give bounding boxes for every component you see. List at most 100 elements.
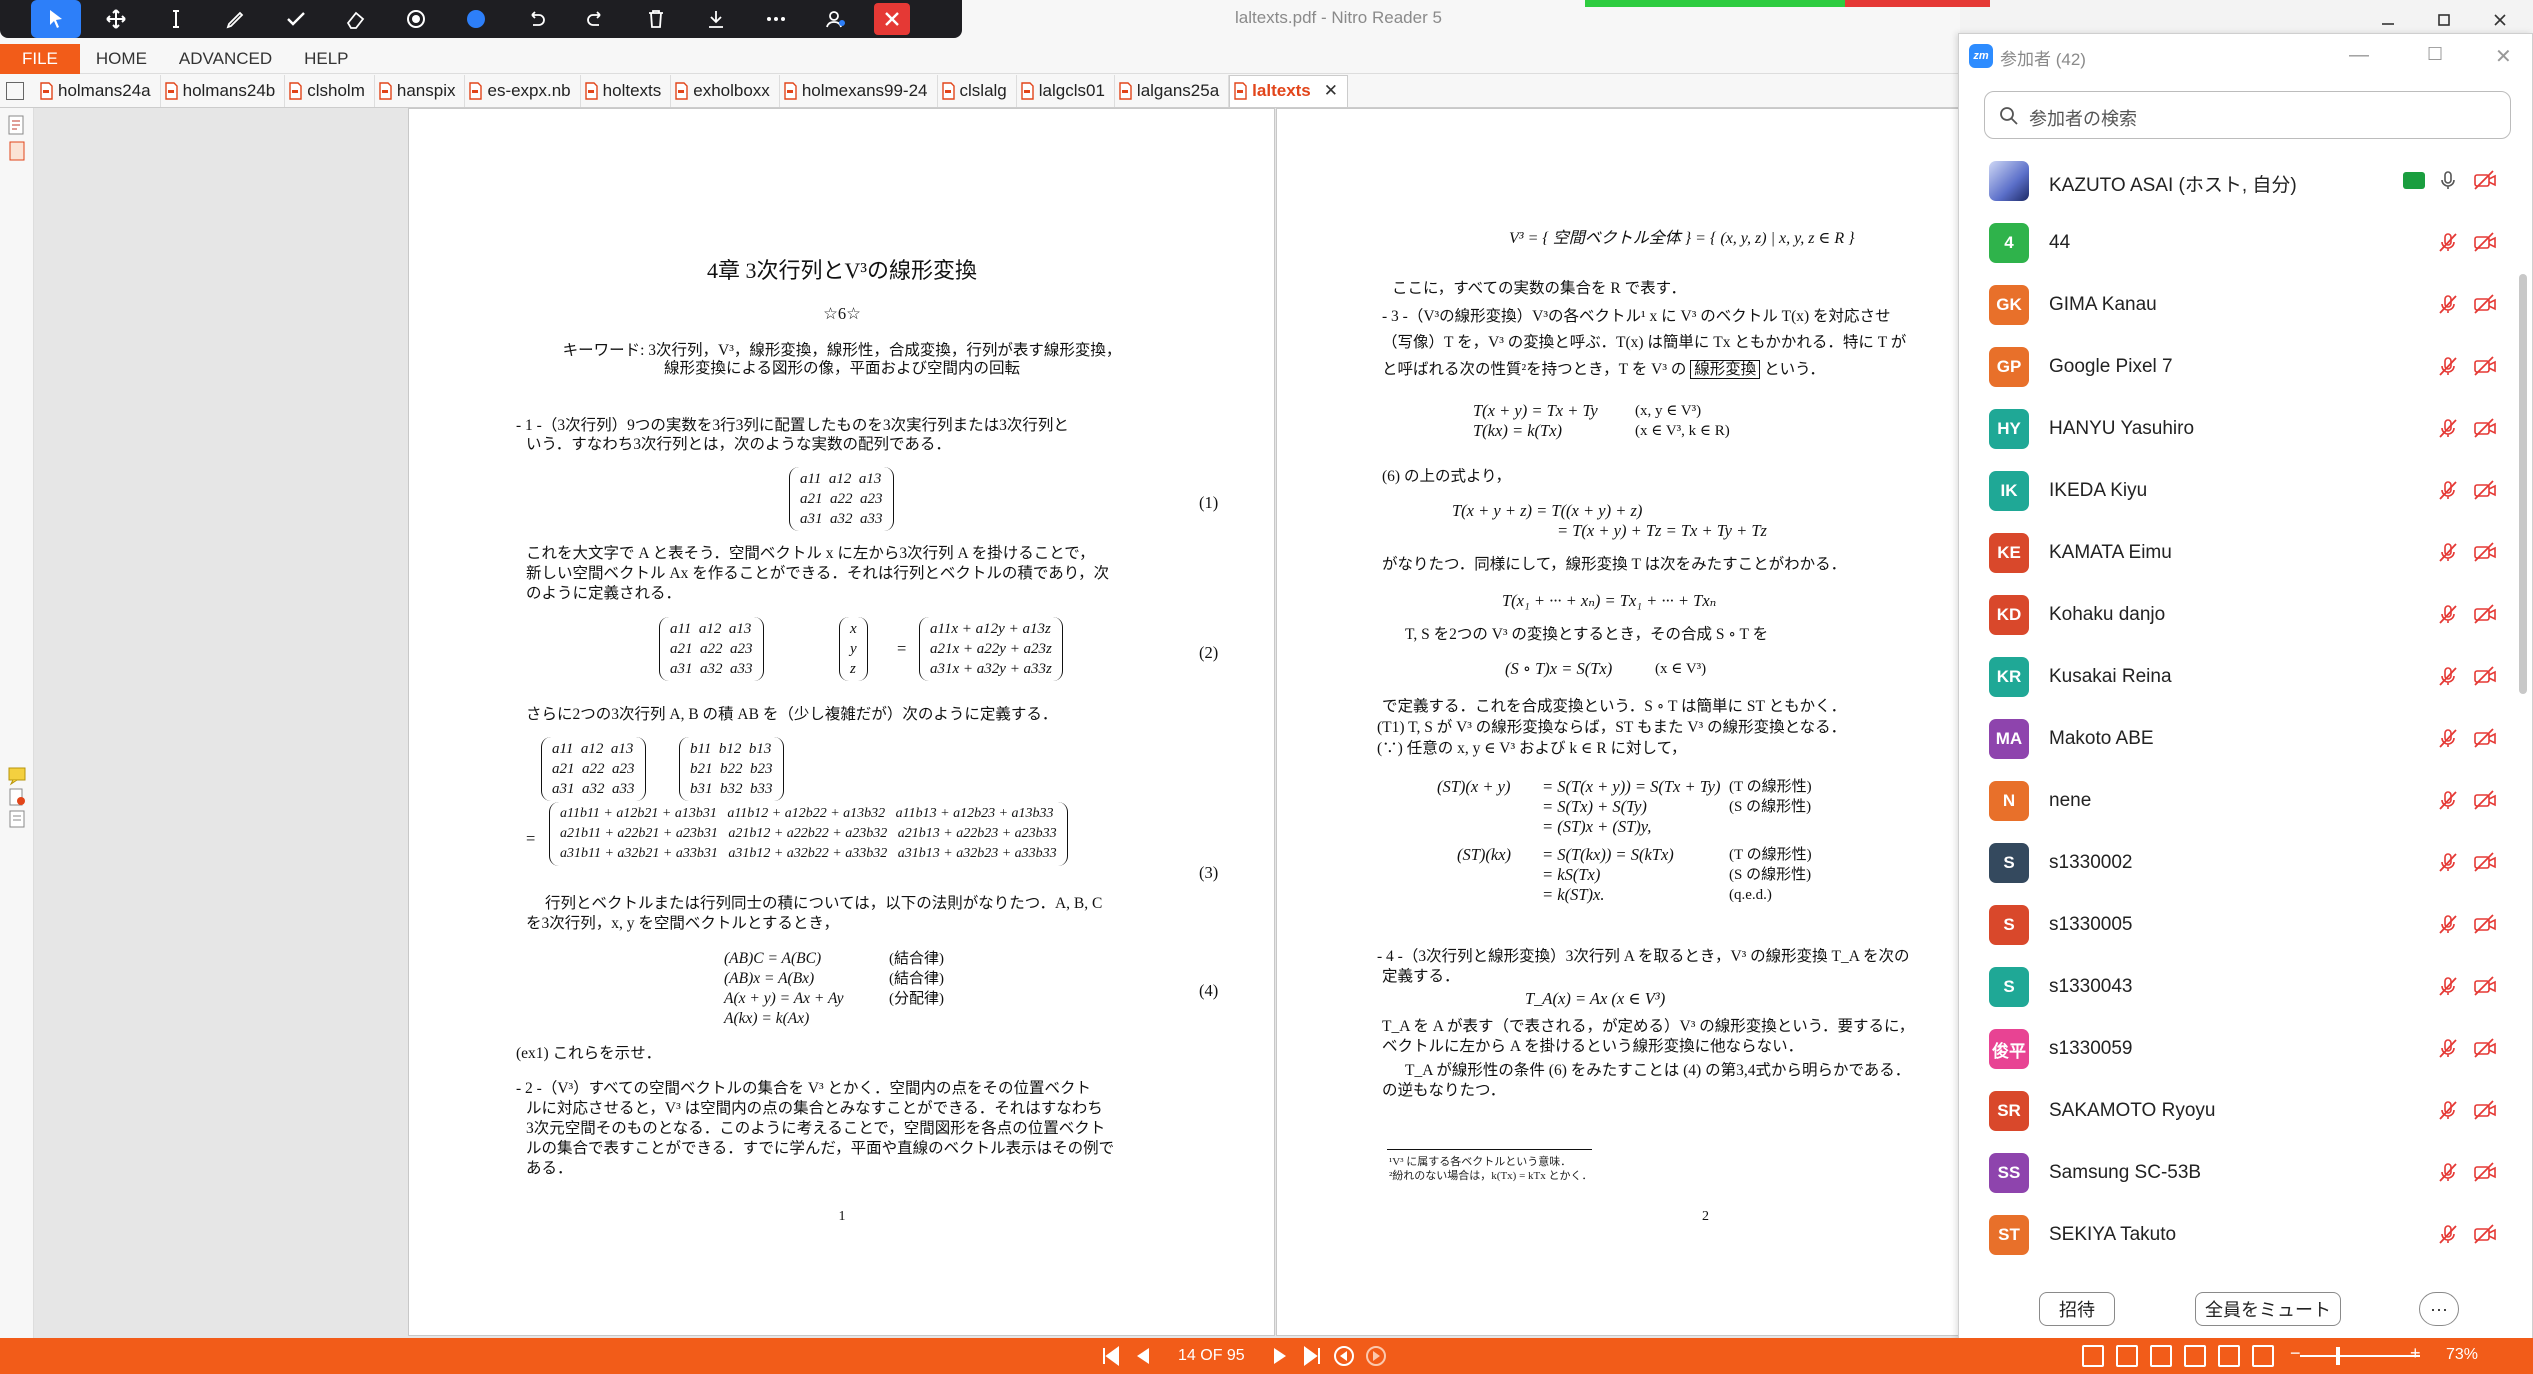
participant-row[interactable]: ST SEKIYA Takuto: [1959, 1204, 2509, 1266]
video-off-icon[interactable]: [2473, 293, 2497, 315]
zoom-minimize-button[interactable]: —: [2349, 44, 2369, 67]
tab-home[interactable]: HOME: [80, 44, 163, 74]
video-off-icon[interactable]: [2473, 541, 2497, 563]
participant-row[interactable]: KAZUTO ASAI (ホスト, 自分): [1959, 150, 2509, 212]
pdf-page-2[interactable]: V³ = { 空間ベクトル全体 } = { (x, y, z) | x, y, …: [1276, 108, 1966, 1336]
participant-row[interactable]: SS Samsung SC-53B: [1959, 1142, 2509, 1204]
invite-button[interactable]: 招待: [2039, 1292, 2115, 1326]
participant-row[interactable]: Ss1330005: [1959, 894, 2509, 956]
participant-search-input[interactable]: 参加者の検索: [1984, 91, 2511, 139]
document-view[interactable]: 4章 3次行列とV³の線形変換 ☆6☆ キーワード: 3次行列，V³，線形変換，…: [34, 108, 1966, 1338]
mic-muted-icon[interactable]: [2437, 1223, 2459, 1245]
fit-page-button[interactable]: [2218, 1345, 2240, 1367]
mic-muted-icon[interactable]: [2437, 603, 2459, 625]
doc-tab-8[interactable]: clslalg: [938, 74, 1017, 107]
text-tool-button[interactable]: [146, 0, 206, 38]
doc-tab-1[interactable]: holmans24b: [161, 74, 286, 107]
participant-row[interactable]: 4 44: [1959, 212, 2509, 274]
mic-muted-icon[interactable]: [2437, 1037, 2459, 1059]
redo-button[interactable]: [566, 0, 626, 38]
participant-row[interactable]: Nnene: [1959, 770, 2509, 832]
video-off-icon[interactable]: [2473, 1223, 2497, 1245]
move-tool-button[interactable]: [86, 0, 146, 38]
zoom-level[interactable]: 73%: [2446, 1346, 2478, 1364]
stamp-tool-button[interactable]: [386, 0, 446, 38]
video-off-icon[interactable]: [2473, 1037, 2497, 1059]
bookmarks-icon[interactable]: [7, 114, 27, 136]
participant-row[interactable]: MA Makoto ABE: [1959, 708, 2509, 770]
participant-row[interactable]: IK IKEDA Kiyu: [1959, 460, 2509, 522]
participant-row[interactable]: GK GIMA Kanau: [1959, 274, 2509, 336]
mic-muted-icon[interactable]: [2437, 355, 2459, 377]
more-options-button[interactable]: [746, 0, 806, 38]
signatures-icon[interactable]: [7, 786, 27, 808]
doc-tab-6[interactable]: exholboxx: [671, 74, 780, 107]
zoom-close-button[interactable]: ✕: [2495, 44, 2512, 69]
video-off-icon[interactable]: [2473, 1099, 2497, 1121]
tab-file[interactable]: FILE: [0, 43, 80, 74]
participant-row[interactable]: HY HANYU Yasuhiro: [1959, 398, 2509, 460]
mic-muted-icon[interactable]: [2437, 417, 2459, 439]
pdf-page-1[interactable]: 4章 3次行列とV³の線形変換 ☆6☆ キーワード: 3次行列，V³，線形変換，…: [408, 108, 1275, 1336]
close-tab-icon[interactable]: ✕: [1324, 81, 1338, 101]
video-off-icon[interactable]: [2473, 1161, 2497, 1183]
pen-tool-button[interactable]: [206, 0, 266, 38]
undo-button[interactable]: [506, 0, 566, 38]
participant-row[interactable]: SR SAKAMOTO Ryoyu: [1959, 1080, 2509, 1142]
mic-muted-icon[interactable]: [2437, 1161, 2459, 1183]
select-tool-button[interactable]: [31, 0, 81, 38]
video-off-icon[interactable]: [2473, 355, 2497, 377]
mic-muted-icon[interactable]: [2437, 665, 2459, 687]
video-off-icon[interactable]: [2473, 169, 2497, 191]
video-off-icon[interactable]: [2473, 603, 2497, 625]
fit-width-button[interactable]: [2252, 1345, 2274, 1367]
comments-icon[interactable]: [7, 764, 27, 786]
mic-muted-icon[interactable]: [2437, 975, 2459, 997]
zoom-in-button[interactable]: +: [2410, 1343, 2421, 1364]
video-off-icon[interactable]: [2473, 975, 2497, 997]
mic-muted-icon[interactable]: [2437, 789, 2459, 811]
video-off-icon[interactable]: [2473, 913, 2497, 935]
tab-advanced[interactable]: ADVANCED: [163, 44, 288, 74]
mic-icon[interactable]: [2437, 169, 2459, 191]
close-annotation-button[interactable]: [874, 3, 910, 35]
video-off-icon[interactable]: [2473, 417, 2497, 439]
color-picker-button[interactable]: [446, 0, 506, 38]
tab-help[interactable]: HELP: [288, 44, 364, 74]
next-page-icon[interactable]: [1269, 1345, 1291, 1367]
single-page-view-button[interactable]: [2082, 1345, 2104, 1367]
eraser-tool-button[interactable]: [326, 0, 386, 38]
participant-row[interactable]: KR Kusakai Reina: [1959, 646, 2509, 708]
participant-list[interactable]: KAZUTO ASAI (ホスト, 自分) 4 44 GK GIMA Kanau GP Go…: [1959, 150, 2509, 1290]
mic-muted-icon[interactable]: [2437, 293, 2459, 315]
first-page-icon[interactable]: [1100, 1345, 1122, 1367]
mute-all-button[interactable]: 全員をミュート: [2195, 1292, 2341, 1326]
video-off-icon[interactable]: [2473, 231, 2497, 253]
zoom-slider-thumb[interactable]: [2336, 1347, 2340, 1365]
video-off-icon[interactable]: [2473, 727, 2497, 749]
doc-tab-10[interactable]: lalgans25a: [1115, 74, 1230, 107]
back-view-icon[interactable]: [1333, 1345, 1355, 1367]
mic-muted-icon[interactable]: [2437, 851, 2459, 873]
doc-tab-2[interactable]: clsholm: [285, 74, 375, 107]
page-indicator[interactable]: 14 OF 95: [1178, 1347, 1245, 1365]
participant-row[interactable]: GP Google Pixel 7: [1959, 336, 2509, 398]
doc-tab-4[interactable]: es-expx.nb: [465, 74, 581, 107]
forward-view-icon[interactable]: [1365, 1345, 1387, 1367]
attachments-icon[interactable]: [7, 140, 27, 162]
doc-tab-5[interactable]: holtexts: [581, 74, 672, 107]
mic-muted-icon[interactable]: [2437, 913, 2459, 935]
more-options-button[interactable]: ···: [2419, 1292, 2459, 1326]
delete-button[interactable]: [626, 0, 686, 38]
participant-row[interactable]: Ss1330002: [1959, 832, 2509, 894]
doc-tab-7[interactable]: holmexans99-24: [780, 74, 938, 107]
participant-row[interactable]: Ss1330043: [1959, 956, 2509, 1018]
check-tool-button[interactable]: [266, 0, 326, 38]
video-off-icon[interactable]: [2473, 851, 2497, 873]
participant-row[interactable]: KE KAMATA Eimu: [1959, 522, 2509, 584]
facing-continuous-view-button[interactable]: [2184, 1345, 2206, 1367]
mic-muted-icon[interactable]: [2437, 1099, 2459, 1121]
participants-tool-button[interactable]: [806, 0, 866, 38]
mic-muted-icon[interactable]: [2437, 479, 2459, 501]
doc-tab-11[interactable]: laltexts ✕: [1229, 74, 1349, 107]
